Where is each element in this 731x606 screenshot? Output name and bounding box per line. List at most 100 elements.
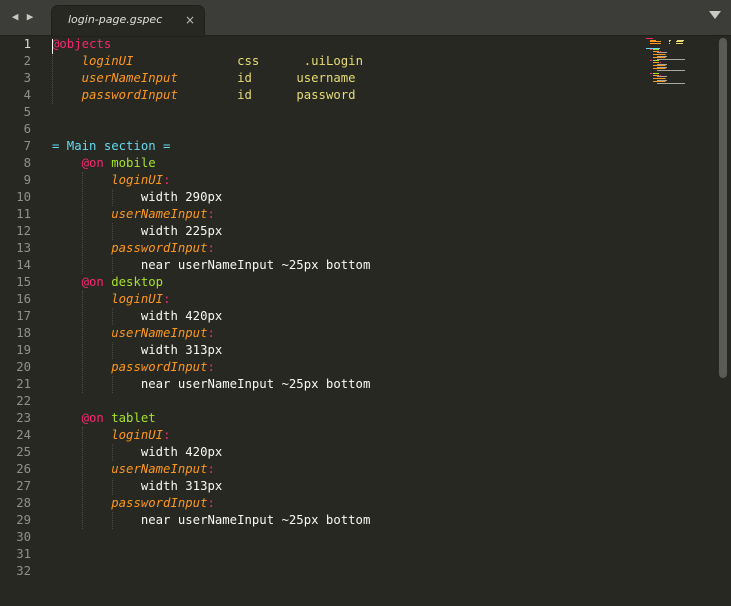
- code-line[interactable]: 26 userNameInput:: [0, 461, 640, 478]
- code-line[interactable]: 11 userNameInput:: [0, 206, 640, 223]
- code-text: @on desktop: [52, 274, 163, 291]
- line-number: 7: [23, 139, 31, 153]
- code-token: near userNameInput ~25px bottom: [52, 513, 371, 527]
- code-token: id: [237, 71, 252, 85]
- line-number: 22: [16, 394, 31, 408]
- line-number: 31: [16, 547, 31, 561]
- code-line[interactable]: 15 @on desktop: [0, 274, 640, 291]
- tab-login-page[interactable]: login-page.gspec ×: [52, 6, 204, 36]
- line-number: 16: [16, 292, 31, 306]
- code-token: loginUI: [111, 428, 164, 442]
- code-line[interactable]: 17 width 420px: [0, 308, 640, 325]
- indent-guide: [111, 512, 113, 529]
- line-number: 5: [23, 105, 31, 119]
- code-line[interactable]: 28 passwordInput:: [0, 495, 640, 512]
- code-token: near userNameInput ~25px bottom: [52, 258, 371, 272]
- code-token: = Main section =: [52, 139, 171, 153]
- code-line[interactable]: 6: [0, 121, 640, 138]
- line-number: 14: [16, 258, 31, 272]
- code-text: @objects: [52, 36, 111, 53]
- code-token: @objects: [52, 37, 112, 51]
- code-text: width 225px: [52, 223, 222, 240]
- code-token: userNameInput: [111, 207, 208, 221]
- code-text: = Main section =: [52, 138, 170, 155]
- tab-nav-left-icon[interactable]: ◀: [9, 10, 21, 24]
- code-line[interactable]: 18 userNameInput:: [0, 325, 640, 342]
- code-line[interactable]: 7 = Main section =: [0, 138, 640, 155]
- code-line[interactable]: 25 width 420px: [0, 444, 640, 461]
- code-token: width 313px: [52, 343, 223, 357]
- code-text: width 420px: [52, 308, 222, 325]
- code-token: id: [237, 88, 252, 102]
- line-number: 1: [23, 37, 31, 51]
- minimap-mark: [656, 70, 685, 71]
- code-line[interactable]: 3 userNameInput id username: [0, 70, 640, 87]
- code-line[interactable]: 10 width 290px: [0, 189, 640, 206]
- code-line[interactable]: 31: [0, 546, 640, 563]
- close-icon[interactable]: ×: [183, 12, 197, 28]
- code-line[interactable]: 32: [0, 563, 640, 580]
- indent-guide: [111, 223, 113, 240]
- code-line[interactable]: 12 width 225px: [0, 223, 640, 240]
- chevron-down-icon[interactable]: [709, 11, 721, 19]
- code-line[interactable]: 30: [0, 529, 640, 546]
- code-token: loginUI: [111, 292, 164, 306]
- code-token: :: [207, 207, 215, 221]
- code-line[interactable]: 22: [0, 393, 640, 410]
- code-line[interactable]: 27 width 313px: [0, 478, 640, 495]
- code-text: userNameInput:: [52, 206, 215, 223]
- code-line[interactable]: 14 near userNameInput ~25px bottom: [0, 257, 640, 274]
- code-token: :: [163, 428, 171, 442]
- code-line[interactable]: 16 loginUI:: [0, 291, 640, 308]
- minimap-mark: [649, 60, 653, 62]
- code-line[interactable]: 21 near userNameInput ~25px bottom: [0, 376, 640, 393]
- code-line[interactable]: 13 passwordInput:: [0, 240, 640, 257]
- line-number: 27: [16, 479, 31, 493]
- indent-guide: [52, 53, 53, 104]
- code-line[interactable]: 1 @objects: [0, 36, 640, 53]
- code-text: userNameInput:: [52, 461, 215, 478]
- indent-guide: [81, 172, 83, 274]
- code-line[interactable]: 4 passwordInput id password: [0, 87, 640, 104]
- line-number: 24: [16, 428, 31, 442]
- code-line[interactable]: 5: [0, 104, 640, 121]
- line-number: 26: [16, 462, 31, 476]
- code-token: width 313px: [52, 479, 223, 493]
- code-text: userNameInput:: [52, 325, 215, 342]
- code-token: @on: [81, 411, 104, 425]
- scrollbar-thumb[interactable]: [719, 38, 727, 378]
- code-editor[interactable]: 1 @objects 2 loginUI css .uiLogin 3 userNam…: [0, 36, 731, 606]
- code-token: passwordInput: [111, 496, 208, 510]
- code-line[interactable]: 8 @on mobile: [0, 155, 640, 172]
- code-line[interactable]: 19 width 313px: [0, 342, 640, 359]
- minimap-mark: [656, 58, 685, 60]
- tab-bar: ◀ ▶ login-page.gspec ×: [0, 0, 731, 36]
- code-text: width 313px: [52, 478, 222, 495]
- code-token: userNameInput: [111, 462, 208, 476]
- tab-nav-right-icon[interactable]: ▶: [24, 10, 36, 24]
- code-line[interactable]: 20 passwordInput:: [0, 359, 640, 376]
- indent-guide: [111, 376, 113, 393]
- minimap-mark: [649, 49, 653, 51]
- line-number: 19: [16, 343, 31, 357]
- line-number: 32: [16, 564, 31, 578]
- code-line[interactable]: 24 loginUI:: [0, 427, 640, 444]
- line-number: 25: [16, 445, 31, 459]
- code-line[interactable]: 29 near userNameInput ~25px bottom: [0, 512, 640, 529]
- indent-guide: [111, 308, 113, 325]
- code-token: passwordInput: [81, 88, 178, 102]
- code-line[interactable]: 23 @on tablet: [0, 410, 640, 427]
- code-token: mobile: [111, 156, 156, 170]
- code-line[interactable]: 2 loginUI css .uiLogin: [0, 53, 640, 70]
- code-text: @on mobile: [52, 155, 156, 172]
- line-number: 28: [16, 496, 31, 510]
- code-token: css: [237, 54, 260, 68]
- minimap[interactable]: [640, 36, 720, 96]
- code-line[interactable]: 9 loginUI:: [0, 172, 640, 189]
- code-token: tablet: [111, 411, 156, 425]
